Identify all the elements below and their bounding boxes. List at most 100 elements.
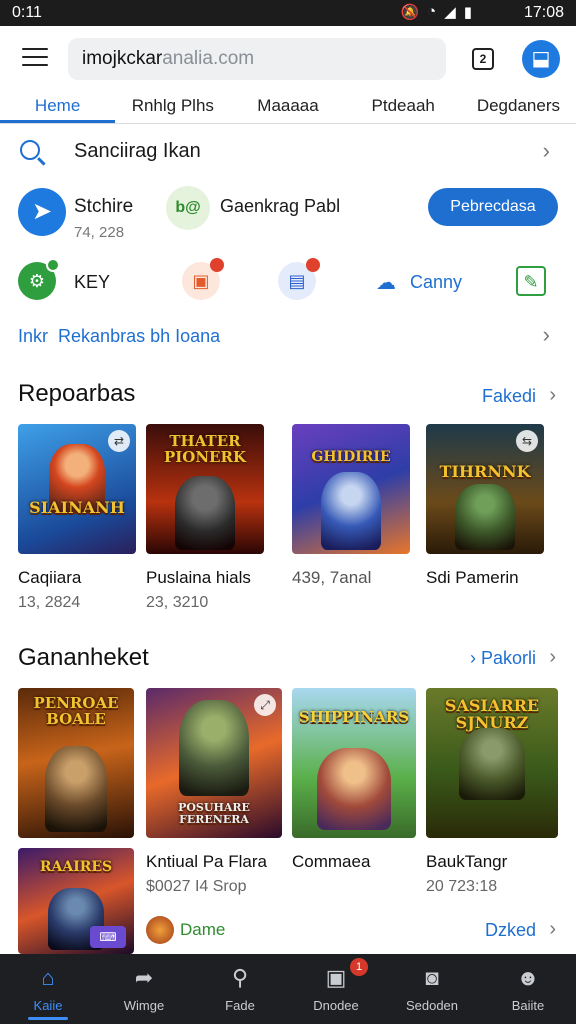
- cloud-icon[interactable]: ☁: [376, 270, 396, 295]
- account-count: 74, 228: [74, 224, 125, 241]
- signal-icon: ◢: [444, 4, 456, 21]
- card-subtitle: 13, 2824: [18, 594, 81, 611]
- game-art-title: SHIPPINARS: [298, 708, 410, 726]
- tab-games[interactable]: Maaaaa: [230, 92, 345, 123]
- profile-icon[interactable]: ⬓: [522, 40, 560, 78]
- game-card-art[interactable]: TIHRNNK ⇆: [426, 424, 544, 554]
- nav-profile[interactable]: ☻ Baiite: [480, 954, 576, 1024]
- game-card-art[interactable]: PENROAE BOALE: [18, 688, 134, 838]
- search-row-label: Sanciirag Ikan: [74, 140, 201, 162]
- share-icon[interactable]: ⤢: [254, 694, 276, 716]
- link-prefix: Inkr: [18, 326, 49, 346]
- nav-tabs: Heme Rnhlg Plhs Maaaaa Ptdeaah Degdaners: [0, 92, 576, 124]
- game-avatar-icon[interactable]: [146, 916, 174, 944]
- card-title[interactable]: Puslaina hials: [146, 568, 251, 588]
- game-card-art[interactable]: SIAINANH ⇄: [18, 424, 136, 554]
- section-title: Repoarbas: [18, 380, 136, 407]
- url-bar[interactable]: imojkckar analia.com: [68, 38, 446, 80]
- status-icons: 🔕 ◔ ◢ ▮: [400, 3, 472, 21]
- chevron-right-icon[interactable]: ›: [549, 384, 556, 407]
- extra-label[interactable]: Dame: [180, 920, 225, 940]
- nav-store[interactable]: ▣ 1 Dnodee: [288, 954, 384, 1024]
- primary-action-button[interactable]: Pebrecdasa: [428, 188, 558, 226]
- nav-label: Kaiie: [33, 998, 63, 1013]
- link-row[interactable]: Inkr Rekanbras bh Ioana ›: [0, 322, 576, 350]
- section-title: Gananheket: [18, 644, 149, 671]
- nav-tv[interactable]: ◙ Sedoden: [384, 954, 480, 1024]
- chevron-right-icon: ›: [542, 322, 550, 347]
- tab-updates[interactable]: Ptdeaah: [346, 92, 461, 123]
- search-row[interactable]: Sanciirag Ikan ›: [0, 136, 576, 168]
- game-card-art[interactable]: GHIDIRIE: [292, 424, 410, 554]
- card-title[interactable]: BaukTangr: [426, 852, 507, 872]
- chevron-right-icon: ›: [542, 138, 550, 163]
- section-more-link[interactable]: Dzked: [485, 920, 536, 941]
- game-art-title: RAAIRES: [39, 859, 113, 875]
- status-clock: 17:08: [523, 4, 564, 21]
- card-subtitle: 20 723:18: [426, 878, 498, 895]
- share-icon[interactable]: ⇄: [108, 430, 130, 452]
- search-icon: [20, 140, 40, 160]
- section-more-link[interactable]: Fakedi: [482, 386, 536, 407]
- card-title[interactable]: Sdi Pamerin: [426, 568, 519, 588]
- game-art-title: POSUHARE FERENERA: [178, 801, 250, 826]
- card-title[interactable]: Caqiiara: [18, 568, 81, 588]
- tab-rankings[interactable]: Rnhlg Plhs: [115, 92, 230, 123]
- tv-icon: ◙: [425, 965, 439, 990]
- tab-home[interactable]: Heme: [0, 92, 116, 123]
- game-art-title: PENROAE BOALE: [33, 694, 119, 728]
- nav-search[interactable]: ⚲ Fade: [192, 954, 288, 1024]
- share-icon: ➦: [134, 965, 154, 990]
- edit-app-icon[interactable]: ✎: [516, 266, 546, 296]
- card-title[interactable]: Commaea: [292, 852, 370, 872]
- status-time: 0:11: [12, 4, 42, 21]
- card-title[interactable]: Kntiual Pa Flara: [146, 852, 267, 872]
- store-icon: ▣: [325, 965, 347, 990]
- bottom-nav: ⌂ Kaiie ➦ Wimge ⚲ Fade ▣ 1 Dnodee ◙ Sedo…: [0, 954, 576, 1024]
- menu-icon[interactable]: [22, 48, 48, 70]
- battery-icon: ▮: [463, 4, 472, 21]
- chevron-right-icon[interactable]: ›: [549, 918, 556, 941]
- game-center-icon[interactable]: b@: [166, 186, 210, 230]
- shop-app-icon[interactable]: ▣: [182, 258, 224, 300]
- card-title[interactable]: 439, 7anal: [292, 568, 371, 588]
- tab-developers[interactable]: Degdaners: [461, 92, 576, 123]
- game-art-title: THATER PIONERK: [163, 432, 246, 466]
- game-card-art[interactable]: SHIPPINARS: [292, 688, 416, 838]
- link-text: Inkr Rekanbras bh Ioana: [18, 326, 220, 347]
- nav-share[interactable]: ➦ Wimge: [96, 954, 192, 1024]
- person-icon: ☻: [516, 965, 540, 990]
- card-subtitle: 23, 3210: [146, 594, 209, 611]
- game-card-art[interactable]: SASIARRE SJNURZ: [426, 688, 558, 838]
- account-row: ➤ Stchire 74, 228 b@ Gaenkrag Pabl Pebre…: [0, 180, 576, 246]
- game-card-art[interactable]: POSUHARE FERENERA ⤢: [146, 688, 282, 838]
- section-more-link[interactable]: › Pakorli: [470, 648, 536, 669]
- settings-app-icon[interactable]: ⚙: [18, 258, 60, 300]
- plane-icon[interactable]: ➤: [18, 188, 66, 236]
- account-name: Stchire: [74, 196, 134, 217]
- game-card-art[interactable]: RAAIRES ⌨: [18, 848, 134, 954]
- nav-label: Fade: [225, 998, 255, 1013]
- game-center-label: Gaenkrag Pabl: [220, 196, 341, 216]
- canny-label[interactable]: Canny: [410, 272, 462, 293]
- calendar-app-icon[interactable]: ▤: [278, 258, 320, 300]
- game-art-title: SASIARRE SJNURZ: [444, 696, 540, 732]
- tab-switcher-icon[interactable]: 2: [472, 48, 494, 70]
- mute-icon: 🔕: [400, 4, 420, 21]
- wifi-icon: ◔: [427, 3, 437, 20]
- url-suffix: analia.com: [162, 48, 255, 69]
- nav-label: Dnodee: [313, 998, 359, 1013]
- card-subtitle: $0027 I4 Srop: [146, 878, 247, 895]
- chevron-right-icon[interactable]: ›: [549, 646, 556, 669]
- link-label: Rekanbras bh Ioana: [58, 326, 221, 346]
- share-icon[interactable]: ⇆: [516, 430, 538, 452]
- url-domain: imojkckar: [82, 48, 163, 69]
- nav-label: Sedoden: [405, 998, 459, 1013]
- nav-home[interactable]: ⌂ Kaiie: [0, 954, 96, 1024]
- game-card-art[interactable]: THATER PIONERK: [146, 424, 264, 554]
- search-icon: ⚲: [231, 965, 249, 990]
- controller-icon: ⌨: [90, 926, 126, 948]
- game-art-title: GHIDIRIE: [311, 449, 391, 465]
- key-label[interactable]: KEY: [74, 272, 110, 293]
- section-more-label: Pakorli: [480, 648, 536, 668]
